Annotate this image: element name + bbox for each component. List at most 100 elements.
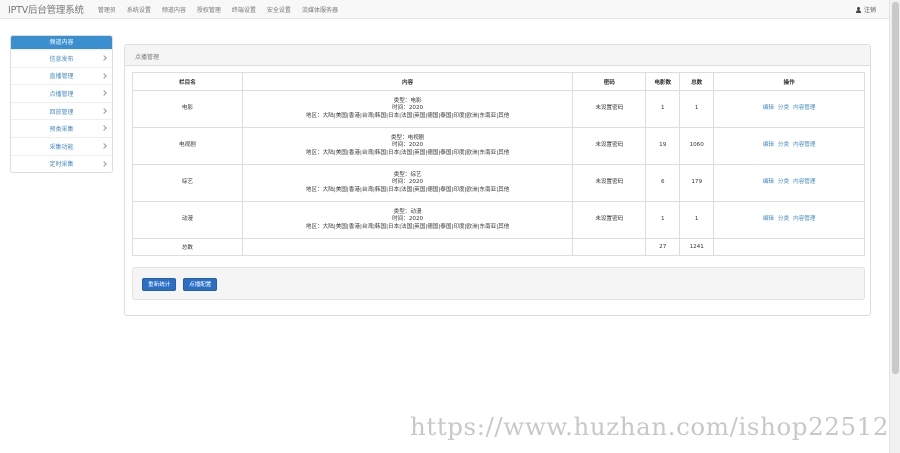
sidebar-item-label: 预类采集: [49, 126, 74, 134]
column-header-content: 内容: [241, 72, 574, 91]
content-management-link[interactable]: 内容管理: [793, 105, 815, 111]
row-region: 地区：大陆|美国|香港|台湾|韩国|日本|法国|英国|德国|泰国|印度|欧洲|东…: [305, 112, 510, 119]
sidebar-item-vod[interactable]: 点播管理: [11, 84, 112, 102]
nav-license-management[interactable]: 授权管理: [197, 5, 221, 14]
sidebar-item-collect-function[interactable]: 采集功能: [11, 136, 112, 155]
row-region: 地区：大陆|美国|香港|台湾|韩国|日本|法国|英国|德国|泰国|印度|欧洲|东…: [305, 223, 510, 230]
sidebar-item-scheduled-collect[interactable]: 定时采集: [11, 154, 112, 173]
sidebar-item-label: 回放管理: [49, 108, 74, 116]
chevron-right-icon: [101, 143, 107, 149]
scrollbar-thumb[interactable]: [892, 2, 899, 374]
row-password: 未设置密码: [572, 127, 647, 165]
row-time: 时间：2020: [392, 142, 424, 149]
row-name: 电视剧: [132, 127, 243, 165]
table-row: 综艺 类型：综艺 时间：2020 地区：大陆|美国|香港|台湾|韩国|日本|法国|英…: [132, 164, 865, 202]
row-movies: 1: [645, 90, 681, 128]
row-time: 时间：2020: [392, 216, 424, 223]
table-total-row: 总数 27 1241: [132, 238, 865, 256]
row-movies: 6: [645, 164, 681, 202]
table-row: 动漫 类型：动漫 时间：2020 地区：大陆|美国|香港|台湾|韩国|日本|法国|英…: [132, 201, 865, 239]
row-actions: 编辑 分类 内容管理: [713, 164, 865, 202]
chevron-right-icon: [101, 125, 107, 132]
content-management-link[interactable]: 内容管理: [793, 179, 815, 185]
sidebar-item-preset-collect[interactable]: 预类采集: [11, 119, 112, 137]
category-link[interactable]: 分类: [778, 105, 789, 111]
column-header-name: 栏目名: [132, 72, 243, 91]
user-icon: [856, 6, 862, 13]
watermark-url: https://www.huzhan.com/ishop22512: [410, 412, 890, 441]
row-actions: 编辑 分类 内容管理: [713, 127, 865, 165]
content-management-link[interactable]: 内容管理: [793, 142, 815, 148]
chevron-right-icon: [101, 72, 107, 79]
app-brand[interactable]: IPTV后台管理系统: [8, 2, 84, 16]
total-password-empty: [572, 238, 647, 256]
sidebar-item-label: 定时采集: [49, 161, 74, 169]
nav-terminal-settings[interactable]: 终端设置: [232, 5, 256, 14]
column-header-movies: 电影数: [645, 72, 681, 91]
column-header-actions: 操作: [713, 72, 865, 91]
row-name: 电影: [132, 90, 243, 128]
sidebar: 频道内容 信息发布 直播管理 点播管理 回放管理 预类采集 采集功能 定时采集: [10, 35, 113, 174]
row-movies: 1: [645, 201, 681, 239]
row-content: 类型：动漫 时间：2020 地区：大陆|美国|香港|台湾|韩国|日本|法国|英国|德…: [241, 201, 574, 239]
vod-config-button[interactable]: 点播配置: [183, 278, 218, 291]
logout-link[interactable]: 注销: [856, 5, 876, 14]
row-time: 时间：2020: [392, 179, 424, 186]
edit-link[interactable]: 编辑: [763, 216, 774, 222]
row-region: 地区：大陆|美国|香港|台湾|韩国|日本|法国|英国|德国|泰国|印度|欧洲|东…: [305, 186, 510, 193]
sidebar-item-label: 信息发布: [49, 55, 74, 63]
row-password: 未设置密码: [572, 164, 647, 202]
category-link[interactable]: 分类: [778, 216, 789, 222]
sidebar-item-playback[interactable]: 回放管理: [11, 101, 112, 120]
recount-button[interactable]: 重新统计: [142, 278, 177, 291]
sidebar-item-live[interactable]: 直播管理: [11, 66, 112, 85]
row-content: 类型：综艺 时间：2020 地区：大陆|美国|香港|台湾|韩国|日本|法国|英国|德…: [241, 164, 574, 202]
total-count: 1241: [679, 238, 715, 256]
edit-link[interactable]: 编辑: [763, 142, 774, 148]
nav-security-settings[interactable]: 安全设置: [267, 5, 291, 14]
row-content: 类型：电视剧 时间：2020 地区：大陆|美国|香港|台湾|韩国|日本|法国|英国|…: [241, 127, 574, 165]
row-password: 未设置密码: [572, 90, 647, 128]
column-header-password: 密码: [572, 72, 647, 91]
row-actions: 编辑 分类 内容管理: [713, 90, 865, 128]
table-row: 电影 类型：电影 时间：2020 地区：大陆|美国|香港|台湾|韩国|日本|法国|英…: [132, 90, 865, 128]
category-link[interactable]: 分类: [778, 142, 789, 148]
row-name: 综艺: [132, 164, 243, 202]
row-password: 未设置密码: [572, 201, 647, 239]
edit-link[interactable]: 编辑: [763, 179, 774, 185]
chevron-right-icon: [101, 90, 107, 97]
row-region: 地区：大陆|美国|香港|台湾|韩国|日本|法国|英国|德国|泰国|印度|欧洲|东…: [305, 149, 510, 156]
chevron-right-icon: [101, 160, 107, 167]
row-total: 1060: [679, 127, 715, 165]
top-nav: 管理员 系统设置 频道内容 授权管理 终端设置 安全设置 流媒体服务器: [98, 5, 349, 14]
table-header-row: 栏目名 内容 密码 电影数 总数 操作: [132, 72, 865, 91]
sidebar-item-label: 点播管理: [49, 90, 74, 98]
chevron-right-icon: [101, 55, 107, 61]
sidebar-item-label: 采集功能: [49, 143, 74, 151]
nav-system-settings[interactable]: 系统设置: [127, 5, 151, 14]
category-link[interactable]: 分类: [778, 179, 789, 185]
row-total: 179: [679, 164, 715, 202]
edit-link[interactable]: 编辑: [763, 105, 774, 111]
row-time: 时间：2020: [392, 105, 424, 112]
total-actions-empty: [713, 238, 865, 256]
panel-footer: 重新统计 点播配置: [132, 267, 865, 300]
panel-title: 点播管理: [125, 45, 870, 66]
nav-streaming-server[interactable]: 流媒体服务器: [302, 5, 338, 14]
row-actions: 编辑 分类 内容管理: [713, 201, 865, 239]
logout-label: 注销: [863, 7, 876, 14]
sidebar-item-label: 直播管理: [49, 73, 74, 81]
column-header-total: 总数: [679, 72, 715, 91]
nav-admin[interactable]: 管理员: [98, 5, 116, 14]
row-total: 1: [679, 201, 715, 239]
table-row: 电视剧 类型：电视剧 时间：2020 地区：大陆|美国|香港|台湾|韩国|日本|法国…: [132, 127, 865, 165]
nav-channel-content[interactable]: 频道内容: [162, 5, 186, 14]
sidebar-item-publish[interactable]: 信息发布: [11, 49, 112, 67]
row-name: 动漫: [132, 201, 243, 239]
total-label: 总数: [132, 238, 243, 256]
vertical-scrollbar[interactable]: [889, 0, 900, 453]
chevron-right-icon: [101, 107, 107, 114]
sidebar-title: 频道内容: [11, 36, 112, 49]
content-management-link[interactable]: 内容管理: [793, 216, 815, 222]
top-navbar: IPTV后台管理系统 管理员 系统设置 频道内容 授权管理 终端设置 安全设置 …: [0, 0, 900, 19]
